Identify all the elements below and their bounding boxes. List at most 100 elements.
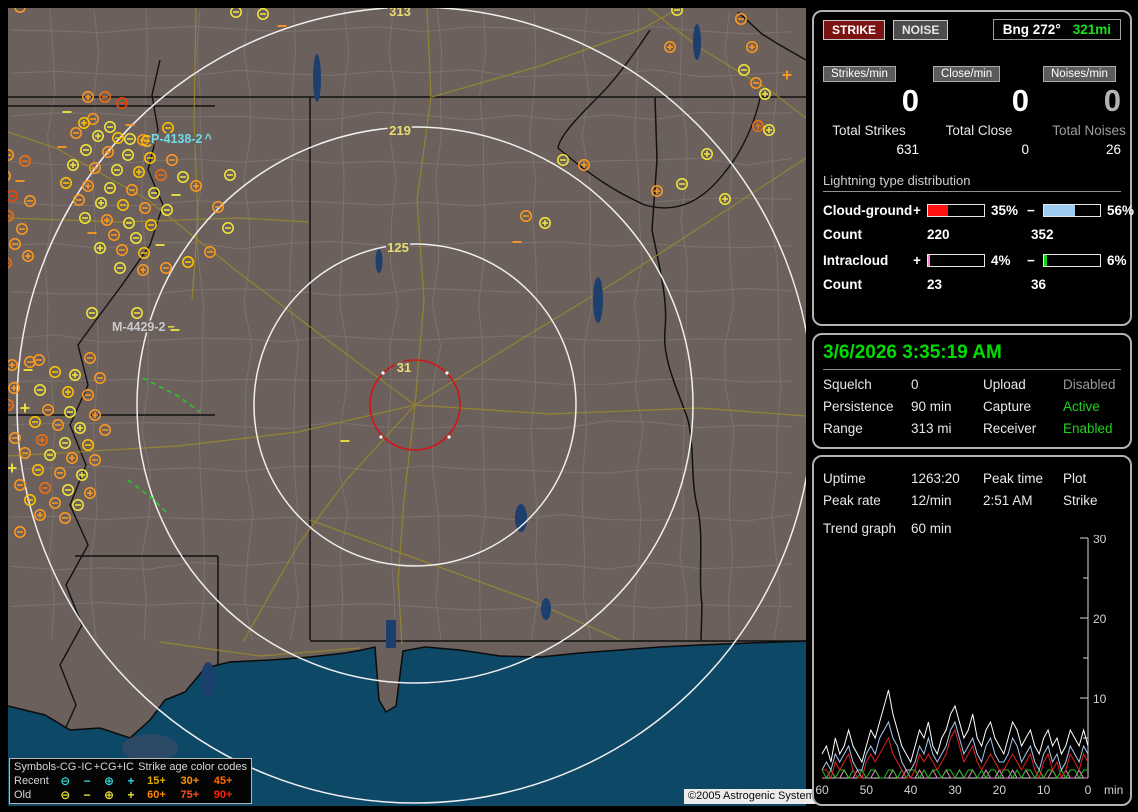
- plus-sign: +: [913, 253, 921, 268]
- plot-label: Plot: [1063, 471, 1087, 486]
- legend-col-+cg: +CG: [93, 761, 117, 773]
- total-label: Total Strikes: [832, 123, 906, 138]
- total-value: 0: [1021, 142, 1029, 157]
- rate-counters: Strikes/min 0 Total Strikes 631 Close/min 0 To…: [823, 64, 1126, 157]
- svg-text:219: 219: [389, 123, 411, 138]
- svg-text:10: 10: [1037, 783, 1051, 797]
- cloud-ground-row: Cloud-ground + 35% − 56%: [823, 203, 1134, 218]
- svg-text:min: min: [1104, 783, 1123, 797]
- total-label: Total Close: [945, 123, 1013, 138]
- bearing-distance: 321mi: [1072, 22, 1111, 37]
- legend-col--cg: -CG: [56, 761, 77, 773]
- persistence-label: Persistence: [823, 399, 894, 414]
- plus-sign: +: [913, 203, 921, 218]
- noise-mode-button[interactable]: NOISE: [893, 19, 949, 40]
- legend-col--ic: -IC: [77, 761, 93, 773]
- uptime-value: 1263:20: [911, 471, 960, 486]
- svg-text:125: 125: [387, 240, 409, 255]
- ic-negative-count: 36: [1031, 277, 1047, 292]
- counter-noises-min: Noises/min 0 Total Noises 26: [1043, 64, 1135, 157]
- cg-negative-pct: 56%: [1107, 203, 1135, 218]
- age-code: 15+: [147, 775, 166, 787]
- legend-glyph-0: ⊖: [60, 774, 71, 788]
- bearing-label: Bng 272°: [1002, 22, 1061, 37]
- squelch-label: Squelch: [823, 377, 872, 392]
- svg-text:313: 313: [389, 8, 411, 19]
- ic-negative-bar: [1043, 254, 1101, 267]
- total-label: Total Noises: [1052, 123, 1126, 138]
- squelch-row: Squelch 0 Upload Disabled: [823, 377, 1121, 392]
- age-code: 90+: [213, 789, 233, 801]
- peak-rate-value: 12/min: [911, 493, 952, 508]
- legend-glyph-1: −: [83, 788, 91, 802]
- legend-glyph-2: ⊕: [104, 788, 115, 802]
- legend-glyph-2: ⊕: [104, 774, 115, 788]
- trend-graph: 10 20 30 60 50 40 30 20 10 0 min: [815, 535, 1123, 797]
- counter-close-min: Close/min 0 Total Close 0: [933, 64, 1043, 157]
- trend-graph-row: Trend graph 60 min: [823, 521, 1121, 536]
- legend-glyph-3: +: [127, 774, 135, 788]
- svg-text:30: 30: [948, 783, 962, 797]
- age-code: 45+: [213, 775, 233, 787]
- legend-header-row: Symbols -CG -IC +CG +IC Strike age color…: [14, 760, 247, 774]
- age-code: 30+: [180, 775, 200, 787]
- capture-label: Capture: [983, 399, 1032, 414]
- svg-text:40: 40: [904, 783, 918, 797]
- age-code: 75+: [180, 789, 200, 801]
- persistence-row: Persistence 90 min Capture Active: [823, 399, 1121, 414]
- legend-symbols-label: Symbols: [14, 761, 57, 773]
- svg-text:M-4429-2−: M-4429-2−: [112, 320, 175, 334]
- peak-rate-label: Peak rate: [823, 493, 881, 508]
- upload-status: Disabled: [1063, 377, 1116, 392]
- rate-button[interactable]: Noises/min: [1043, 66, 1116, 82]
- intracloud-label: Intracloud: [823, 253, 889, 268]
- age-code: 60+: [147, 789, 166, 801]
- cg-negative-bar: [1043, 204, 1101, 217]
- ic-positive-count: 23: [927, 277, 943, 292]
- peak-rate-row: Peak rate 12/min 2:51 AM Strike: [823, 493, 1121, 508]
- distribution-title: Lightning type distribution: [823, 173, 1121, 192]
- capture-status: Active: [1063, 399, 1100, 414]
- minus-sign: −: [1027, 253, 1035, 268]
- rate-value: 0: [1011, 83, 1029, 118]
- lightning-map[interactable]: 31321912531 P-4138-2 ^M-4429-2−: [8, 8, 806, 806]
- cloud-ground-label: Cloud-ground: [823, 203, 913, 218]
- legend-glyph-1: −: [83, 774, 91, 788]
- ic-negative-pct: 6%: [1107, 253, 1127, 268]
- range-label: Range: [823, 421, 863, 436]
- total-value: 631: [896, 142, 919, 157]
- count-label: Count: [823, 277, 862, 292]
- status-panel: 3/6/2026 3:35:19 AM Squelch 0 Upload Dis…: [812, 333, 1132, 449]
- cg-positive-pct: 35%: [991, 203, 1019, 218]
- svg-text:10: 10: [1093, 692, 1107, 706]
- range-row: Range 313 mi Receiver Enabled: [823, 421, 1121, 436]
- legend-col-+ic: +IC: [116, 761, 135, 773]
- peak-time-label: Peak time: [983, 471, 1044, 486]
- symbol-legend: Symbols -CG -IC +CG +IC Strike age color…: [9, 758, 252, 804]
- bearing-readout: Bng 272° 321mi: [992, 19, 1121, 40]
- rate-button[interactable]: Close/min: [933, 66, 1001, 82]
- receiver-status: Enabled: [1063, 421, 1113, 436]
- strike-counter-panel: STRIKE NOISE Bng 272° 321mi Strikes/min 0 T…: [812, 10, 1134, 326]
- rate-button[interactable]: Strikes/min: [823, 66, 896, 82]
- counter-strikes-min: Strikes/min 0 Total Strikes 631: [823, 64, 933, 157]
- plot-mode-value: Strike: [1063, 493, 1098, 508]
- svg-text:30: 30: [1093, 535, 1107, 546]
- svg-text:20: 20: [993, 783, 1007, 797]
- datetime-display: 3/6/2026 3:35:19 AM: [823, 342, 1121, 370]
- uptime-label: Uptime: [823, 471, 866, 486]
- legend-row-recent: Recent ⊖ − ⊕ +15+ 30+ 45+: [14, 774, 247, 788]
- cloud-ground-count-row: Count 220 352: [823, 227, 1121, 242]
- rate-value: 0: [1103, 83, 1121, 118]
- svg-text:20: 20: [1093, 612, 1107, 626]
- count-label: Count: [823, 227, 862, 242]
- cg-positive-count: 220: [927, 227, 950, 242]
- svg-text:50: 50: [860, 783, 874, 797]
- legend-glyph-3: +: [127, 788, 135, 802]
- copyright-label: ©2005 Astrogenic Systems: [684, 789, 825, 804]
- intracloud-count-row: Count 23 36: [823, 277, 1121, 292]
- peak-time-value: 2:51 AM: [983, 493, 1033, 508]
- cg-positive-bar: [927, 204, 985, 217]
- total-value: 26: [1105, 142, 1121, 157]
- strike-mode-button[interactable]: STRIKE: [823, 19, 886, 40]
